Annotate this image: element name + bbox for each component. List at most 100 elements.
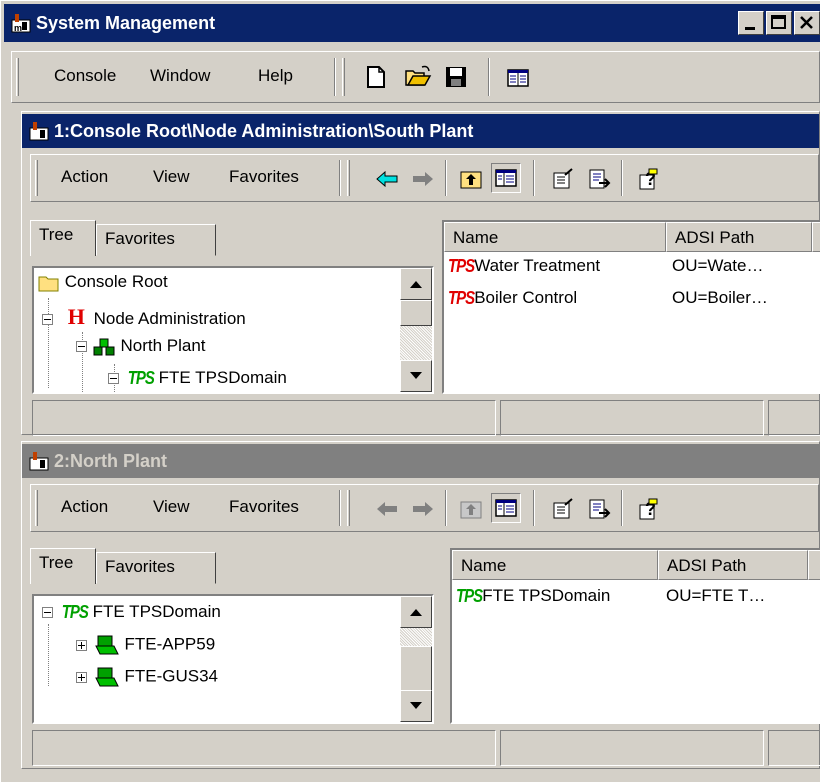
child1-tab-tree[interactable]: Tree — [30, 220, 96, 256]
row-adsi: OU=FTE T… — [666, 586, 766, 605]
menubar-separator — [334, 58, 336, 96]
list-item-boiler-control[interactable]: TPSBoiler Control OU=Boiler… — [448, 288, 768, 309]
tree-node-fte-gus34[interactable]: FTE-GUS34 — [76, 666, 218, 688]
show-hide-tree-icon — [495, 169, 517, 187]
help-icon[interactable]: ? — [637, 167, 661, 191]
menu-window[interactable]: Window — [150, 66, 210, 86]
list-item-water-treatment[interactable]: TPSWater Treatment OU=Wate… — [448, 256, 763, 277]
child1-window-icon — [29, 122, 49, 141]
menu-console[interactable]: Console — [54, 66, 116, 86]
tree-label: North Plant — [120, 336, 206, 355]
child-window-2: 2:North Plant Action View Favorites ? Tr… — [21, 441, 820, 769]
status-pane-2 — [500, 730, 764, 766]
column-extra[interactable] — [812, 222, 820, 252]
collapse-icon[interactable] — [42, 607, 53, 619]
scroll-thumb[interactable] — [400, 646, 432, 692]
properties-icon[interactable] — [551, 167, 575, 191]
child2-tree-scrollbar[interactable] — [400, 596, 432, 722]
child1-tree-scrollbar[interactable] — [400, 268, 432, 392]
expand-icon[interactable] — [76, 639, 87, 651]
child2-toolbar-grip[interactable] — [347, 490, 350, 526]
minimize-button[interactable] — [738, 11, 764, 35]
list-item-fte-tpsdomain[interactable]: TPSFTE TPSDomain OU=FTE T… — [456, 586, 765, 607]
scroll-down-button[interactable] — [400, 690, 432, 722]
column-name[interactable]: Name — [452, 550, 658, 580]
forward-arrow-icon[interactable] — [411, 167, 435, 191]
export-list-icon[interactable] — [587, 497, 611, 521]
child1-title: 1:Console Root\Node Administration\South… — [54, 120, 474, 141]
plant-icon — [93, 338, 115, 356]
arrow-up-icon — [410, 281, 422, 288]
up-folder-icon[interactable] — [459, 497, 483, 521]
child1-statusbar — [32, 400, 820, 436]
toolbar-separator — [488, 58, 490, 96]
child1-toolbar-grip[interactable] — [347, 160, 350, 196]
window-tile-icon[interactable] — [506, 66, 530, 90]
tree-node-fte-tpsdomain[interactable]: TPS FTE TPSDomain — [108, 368, 287, 389]
node-admin-icon: H — [67, 304, 85, 329]
scroll-thumb[interactable] — [400, 300, 432, 326]
export-list-icon[interactable] — [587, 167, 611, 191]
arrow-up-icon — [410, 609, 422, 616]
tree-node-node-administration[interactable]: H Node Administration — [42, 304, 246, 330]
collapse-icon[interactable] — [42, 314, 53, 326]
new-icon[interactable] — [364, 65, 388, 89]
column-extra[interactable] — [808, 550, 820, 580]
child1-separator-2 — [445, 160, 447, 196]
child2-tab-tree[interactable]: Tree — [30, 548, 96, 584]
collapse-icon[interactable] — [108, 373, 119, 385]
child1-separator-4 — [621, 160, 623, 196]
child2-menu-grip[interactable] — [35, 490, 38, 526]
save-icon[interactable] — [444, 65, 468, 89]
back-arrow-icon[interactable] — [375, 167, 399, 191]
forward-arrow-icon[interactable] — [411, 497, 435, 521]
scroll-up-button[interactable] — [400, 596, 432, 628]
scroll-up-button[interactable] — [400, 268, 432, 300]
collapse-icon[interactable] — [76, 341, 87, 353]
tree-node-fte-tpsdomain[interactable]: TPS FTE TPSDomain — [42, 602, 221, 623]
show-hide-tree-button[interactable] — [491, 493, 521, 523]
child2-titlebar[interactable]: 2:North Plant — [22, 444, 819, 478]
tree-node-north-plant[interactable]: North Plant — [76, 336, 206, 357]
column-adsi-path[interactable]: ADSI Path — [658, 550, 808, 580]
arrow-down-icon — [410, 372, 422, 379]
help-icon[interactable]: ? — [637, 497, 661, 521]
tree-node-fte-app59[interactable]: FTE-APP59 — [76, 634, 215, 656]
column-name[interactable]: Name — [444, 222, 666, 252]
child1-menu-grip[interactable] — [35, 160, 38, 196]
child2-menu-action[interactable]: Action — [61, 497, 108, 517]
menubar-grip[interactable] — [16, 58, 19, 96]
child1-titlebar[interactable]: 1:Console Root\Node Administration\South… — [22, 114, 819, 148]
child2-menu-favorites[interactable]: Favorites — [229, 497, 299, 517]
folder-icon — [38, 276, 59, 292]
tree-node-console-root[interactable]: Console Root — [38, 272, 168, 292]
child1-tab-favorites[interactable]: Favorites — [96, 224, 216, 256]
app-titlebar[interactable]: m System Management — [4, 4, 820, 42]
child2-list: Name ADSI Path TPSFTE TPSDomain OU=FTE T… — [450, 548, 820, 724]
scroll-down-button[interactable] — [400, 360, 432, 392]
properties-icon[interactable] — [551, 497, 575, 521]
child1-menu-action[interactable]: Action — [61, 167, 108, 187]
child2-menu-view[interactable]: View — [153, 497, 190, 517]
back-arrow-icon[interactable] — [375, 497, 399, 521]
child1-menu-view[interactable]: View — [153, 167, 190, 187]
expand-icon[interactable] — [76, 671, 87, 683]
child1-tabs: Tree Favorites — [30, 220, 220, 256]
show-hide-tree-button[interactable] — [491, 163, 521, 193]
server-node-icon — [94, 667, 119, 687]
server-node-icon — [94, 635, 119, 655]
arrow-down-icon — [410, 702, 422, 709]
status-pane-2 — [500, 400, 764, 436]
app-icon: m — [11, 14, 31, 33]
open-icon[interactable] — [404, 65, 432, 89]
menu-help[interactable]: Help — [258, 66, 293, 86]
toolbar-grip[interactable] — [342, 58, 345, 96]
column-adsi-path[interactable]: ADSI Path — [666, 222, 812, 252]
maximize-button[interactable] — [766, 11, 792, 35]
child2-tab-favorites[interactable]: Favorites — [96, 552, 216, 584]
row-name: FTE TPSDomain — [482, 586, 611, 605]
row-name: Boiler Control — [474, 288, 578, 307]
close-button[interactable] — [794, 11, 820, 35]
child1-menu-favorites[interactable]: Favorites — [229, 167, 299, 187]
up-folder-icon[interactable] — [459, 167, 483, 191]
